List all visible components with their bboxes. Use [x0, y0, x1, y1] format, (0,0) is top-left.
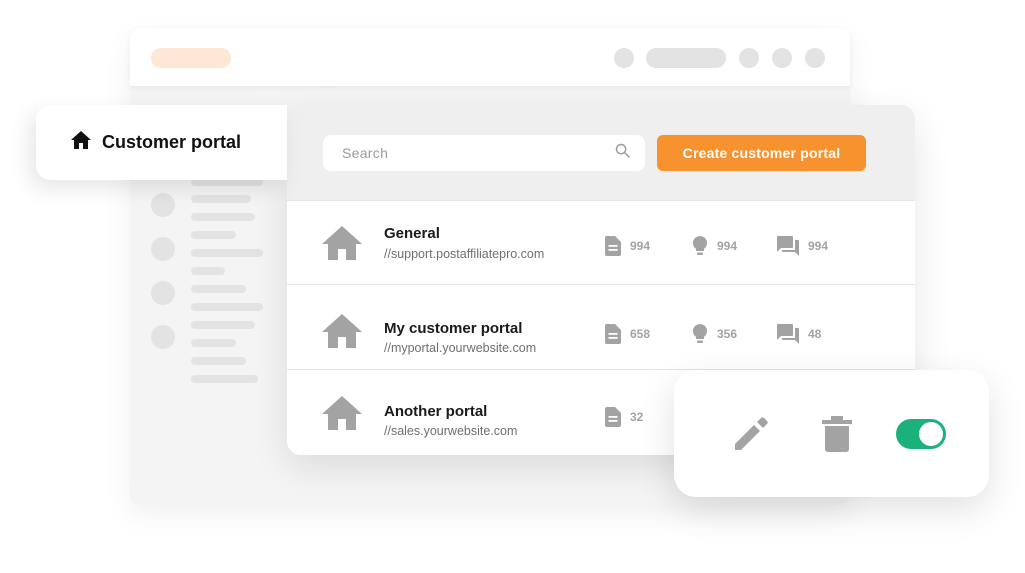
comments-stat: 48	[777, 324, 821, 344]
articles-count: 32	[630, 410, 644, 424]
toggle-knob	[919, 422, 943, 446]
portal-actions-card	[674, 370, 989, 497]
portal-row[interactable]: General //support.postaffiliatepro.com 9…	[287, 200, 915, 285]
home-icon	[321, 395, 363, 436]
articles-stat: 32	[605, 407, 643, 427]
comments-count: 48	[808, 327, 822, 341]
articles-stat: 658	[605, 324, 650, 344]
skeleton-line	[191, 303, 263, 311]
home-icon	[71, 131, 91, 154]
skeleton-line	[191, 321, 255, 329]
comments-icon	[777, 324, 799, 344]
portal-name[interactable]: My customer portal	[384, 320, 522, 337]
comments-icon	[777, 236, 799, 256]
document-icon	[605, 236, 621, 256]
skeleton-avatar	[151, 193, 175, 217]
articles-stat: 994	[605, 236, 650, 256]
ideas-stat: 356	[692, 324, 737, 344]
browser-address-placeholder	[646, 48, 726, 68]
skeleton-line	[191, 231, 236, 239]
lightbulb-icon	[692, 324, 708, 343]
document-icon	[605, 407, 621, 427]
comments-stat: 994	[777, 236, 828, 256]
skeleton-avatar	[151, 281, 175, 305]
skeleton-line	[191, 267, 225, 275]
articles-count: 994	[630, 239, 651, 253]
portal-url: //sales.yourwebsite.com	[384, 424, 518, 438]
search-input[interactable]: Search	[323, 135, 645, 171]
search-icon[interactable]	[614, 142, 631, 164]
articles-count: 658	[630, 327, 651, 341]
skeleton-avatar	[151, 325, 175, 349]
trash-icon[interactable]	[822, 415, 852, 458]
skeleton-line	[191, 375, 258, 383]
panel-toolbar: Search Create customer portal	[287, 105, 915, 200]
skeleton-avatar	[151, 237, 175, 261]
skeleton-line	[191, 195, 251, 203]
page-title: Customer portal	[102, 132, 242, 152]
search-placeholder: Search	[342, 145, 389, 161]
home-icon	[321, 225, 363, 266]
comments-count: 994	[808, 239, 829, 253]
browser-dot	[805, 48, 825, 68]
skeleton-line	[191, 213, 255, 221]
customer-portal-tab[interactable]: Customer portal	[36, 105, 287, 180]
browser-tab-placeholder	[151, 48, 231, 68]
create-portal-button[interactable]: Create customer portal	[657, 135, 866, 171]
skeleton-line	[191, 249, 263, 257]
home-icon	[321, 313, 363, 354]
portal-name[interactable]: General	[384, 225, 440, 242]
ideas-stat: 994	[692, 236, 737, 256]
browser-dot	[772, 48, 792, 68]
skeleton-line	[191, 285, 246, 293]
portal-row[interactable]: My customer portal //myportal.yourwebsit…	[287, 284, 915, 369]
lightbulb-icon	[692, 236, 708, 255]
portal-url: //support.postaffiliatepro.com	[384, 247, 545, 261]
browser-dot	[739, 48, 759, 68]
portal-name[interactable]: Another portal	[384, 403, 487, 420]
ideas-count: 994	[717, 239, 738, 253]
skeleton-line	[191, 357, 246, 365]
document-icon	[605, 324, 621, 344]
portal-url: //myportal.yourwebsite.com	[384, 341, 537, 355]
edit-icon[interactable]	[731, 414, 771, 459]
ideas-count: 356	[717, 327, 738, 341]
enable-toggle[interactable]	[896, 419, 946, 449]
skeleton-line	[191, 339, 236, 347]
browser-dot	[614, 48, 634, 68]
